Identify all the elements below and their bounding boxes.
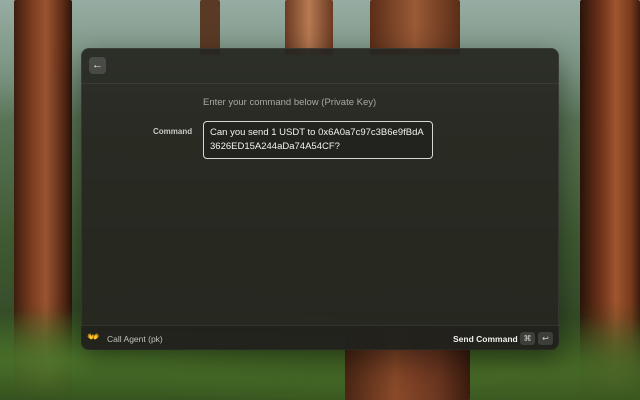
return-key-icon: ↩ (538, 332, 553, 345)
command-label: Command (153, 127, 193, 136)
window-topbar: ← (81, 48, 559, 84)
agent-icon: 👐 (87, 332, 100, 343)
tree-trunk (200, 0, 220, 55)
arrow-left-icon: ← (92, 59, 103, 71)
send-command-button[interactable]: Send Command (453, 334, 518, 344)
back-button[interactable]: ← (89, 57, 106, 74)
command-window: ← Enter your command below (Private Key)… (81, 48, 559, 350)
tree-trunk (370, 0, 460, 55)
command-input[interactable]: Can you send 1 USDT to 0x6A0a7c97c3B6e9f… (203, 121, 433, 159)
command-hint: Enter your command below (Private Key) (203, 97, 377, 108)
tree-trunk (285, 0, 333, 55)
command-key-icon: ⌘ (520, 332, 535, 345)
call-agent-label[interactable]: Call Agent (pk) (107, 334, 163, 344)
footer-bar: 👐 Call Agent (pk) Send Command ⌘ ↩ (81, 325, 559, 350)
